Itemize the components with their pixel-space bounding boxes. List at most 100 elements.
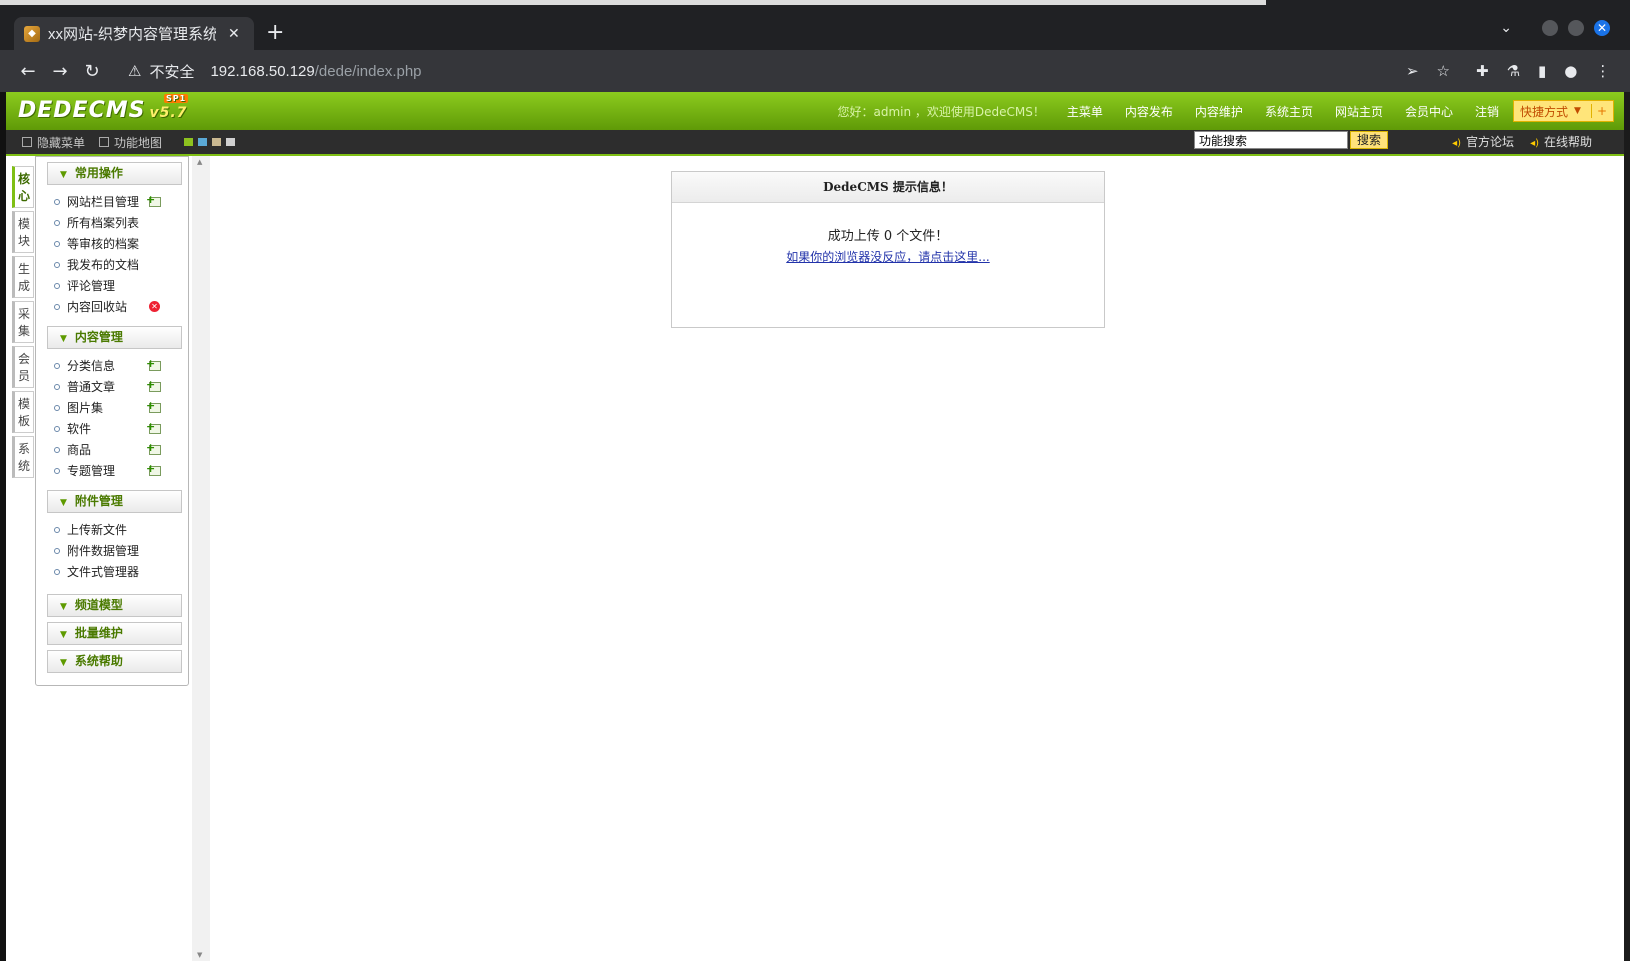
chevron-down-icon: ▼: [60, 658, 67, 668]
nav-logout[interactable]: 注销: [1475, 103, 1499, 120]
reload-icon[interactable]: ↻: [76, 61, 108, 82]
sidebar-scrollbar[interactable]: ▲ ▼: [192, 156, 210, 961]
sidebar-item-channel-manage[interactable]: 网站栏目管理: [54, 191, 188, 212]
tab-modules[interactable]: 模块: [12, 211, 34, 253]
puzzle-icon[interactable]: ✚: [1476, 62, 1489, 80]
nav-system-home[interactable]: 系统主页: [1265, 103, 1313, 120]
add-icon[interactable]: [146, 193, 161, 207]
tab-generate[interactable]: 生成: [12, 256, 34, 298]
skin-brown-swatch[interactable]: [212, 138, 222, 146]
menu-group-content[interactable]: ▼ 内容管理: [47, 326, 182, 349]
quick-access-dropdown[interactable]: 快捷方式 ▼ +: [1513, 100, 1614, 122]
address-bar[interactable]: ⚠ 不安全 192.168.50.129 /dede/index.php ➢ ☆: [120, 55, 1450, 87]
nav-maintain[interactable]: 内容维护: [1195, 103, 1243, 120]
add-icon[interactable]: [146, 399, 161, 413]
sidebar-item-articles[interactable]: 普通文章: [54, 376, 188, 397]
sidebar-item-recycle-bin[interactable]: 内容回收站 ✕: [54, 296, 188, 317]
function-search: 搜索: [1193, 131, 1388, 149]
quick-add-button[interactable]: +: [1590, 104, 1607, 118]
menu-group-attachments[interactable]: ▼ 附件管理: [47, 490, 182, 513]
skin-gray-swatch[interactable]: [226, 138, 236, 146]
tab-search-chevron-icon[interactable]: ⌄: [1500, 20, 1512, 36]
message-body: 成功上传 0 个文件！ 如果你的浏览器没反应，请点击这里...: [672, 203, 1104, 268]
chevron-down-icon: ▼: [60, 334, 67, 344]
tab-core[interactable]: 核心: [12, 166, 34, 208]
maximize-button[interactable]: [1568, 20, 1584, 36]
group-title: 频道模型: [74, 598, 123, 612]
bullet-icon: [54, 383, 60, 390]
bullet-icon: [54, 446, 60, 453]
sidebar-item-topics[interactable]: 专题管理: [54, 460, 188, 481]
side-panel-icon[interactable]: ▮: [1538, 62, 1546, 80]
hide-menu-icon: [22, 137, 32, 147]
skin-blue-swatch[interactable]: [198, 138, 208, 146]
more-menu-icon[interactable]: ⋮: [1595, 62, 1610, 80]
bullet-icon: [54, 261, 60, 268]
close-window-button[interactable]: ✕: [1594, 20, 1610, 36]
forum-link[interactable]: ◂) 官方论坛: [1452, 133, 1514, 150]
bookmark-star-icon[interactable]: ☆: [1437, 62, 1450, 80]
sidebar-item-my-docs[interactable]: 我发布的文档: [54, 254, 188, 275]
url-path[interactable]: /dede/index.php: [315, 63, 422, 80]
send-icon[interactable]: ➢: [1406, 62, 1419, 80]
profile-icon[interactable]: ●: [1564, 62, 1577, 80]
add-icon[interactable]: [146, 441, 161, 455]
item-label: 分类信息: [67, 359, 116, 373]
sidebar-item-all-archives[interactable]: 所有档案列表: [54, 212, 188, 233]
tab-collect[interactable]: 采集: [12, 301, 34, 343]
sidebar-item-attachment-data[interactable]: 附件数据管理: [54, 540, 188, 561]
nav-main-menu[interactable]: 主菜单: [1067, 103, 1103, 120]
item-label: 内容回收站: [67, 300, 128, 314]
tab-title: xx网站-织梦内容管理系统: [48, 26, 216, 43]
site-map-button[interactable]: 功能地图: [99, 134, 162, 151]
add-icon[interactable]: [146, 357, 161, 371]
item-label: 普通文章: [67, 380, 116, 394]
browser-tab[interactable]: ◆ xx网站-织梦内容管理系统 ✕: [14, 17, 254, 50]
help-link[interactable]: ◂) 在线帮助: [1530, 133, 1592, 150]
redirect-link[interactable]: 如果你的浏览器没反应，请点击这里...: [786, 250, 989, 264]
new-tab-button[interactable]: +: [266, 20, 284, 46]
menu-group-common[interactable]: ▼ 常用操作: [47, 162, 182, 185]
sidebar-item-upload[interactable]: 上传新文件: [54, 519, 188, 540]
tab-system[interactable]: 系统: [12, 436, 34, 478]
tab-close-icon[interactable]: ✕: [228, 26, 240, 42]
menu-group-help[interactable]: ▼ 系统帮助: [47, 650, 182, 673]
hide-menu-button[interactable]: 隐藏菜单: [22, 134, 85, 151]
menu-group-items: 上传新文件 附件数据管理 文件式管理器: [36, 513, 188, 586]
sidebar-item-file-manager[interactable]: 文件式管理器: [54, 561, 188, 582]
add-icon[interactable]: [146, 378, 161, 392]
sidebar-item-products[interactable]: 商品: [54, 439, 188, 460]
scroll-down-icon[interactable]: ▼: [197, 951, 202, 959]
warning-icon[interactable]: ⚠: [128, 62, 141, 80]
minimize-button[interactable]: [1542, 20, 1558, 36]
dedecms-favicon-icon: ◆: [24, 25, 40, 42]
add-icon[interactable]: [146, 462, 161, 476]
nav-site-home[interactable]: 网站主页: [1335, 103, 1383, 120]
insecure-label[interactable]: 不安全: [149, 61, 194, 82]
url-host[interactable]: 192.168.50.129: [210, 63, 314, 80]
tab-templates[interactable]: 模板: [12, 391, 34, 433]
menu-group-batch[interactable]: ▼ 批量维护: [47, 622, 182, 645]
sidebar-item-comments[interactable]: 评论管理: [54, 275, 188, 296]
skin-green-swatch[interactable]: [184, 138, 194, 146]
scroll-up-icon[interactable]: ▲: [197, 158, 202, 166]
group-title: 常用操作: [74, 166, 123, 180]
help-label: 在线帮助: [1543, 135, 1592, 149]
search-button[interactable]: 搜索: [1349, 131, 1388, 149]
back-icon[interactable]: ←: [12, 61, 44, 82]
flask-icon[interactable]: ⚗: [1507, 62, 1520, 80]
sidebar-item-pending[interactable]: 等审核的档案: [54, 233, 188, 254]
clear-icon[interactable]: ✕: [149, 301, 160, 312]
forward-icon[interactable]: →: [44, 61, 76, 82]
search-input[interactable]: [1193, 131, 1348, 149]
nav-publish[interactable]: 内容发布: [1125, 103, 1173, 120]
add-icon[interactable]: [146, 420, 161, 434]
item-label: 上传新文件: [67, 523, 128, 537]
sidebar-item-images[interactable]: 图片集: [54, 397, 188, 418]
menu-group-channel-model[interactable]: ▼ 频道模型: [47, 594, 182, 617]
sidebar-item-classified[interactable]: 分类信息: [54, 355, 188, 376]
bullet-icon: [54, 282, 60, 289]
sidebar-item-software[interactable]: 软件: [54, 418, 188, 439]
tab-members[interactable]: 会员: [12, 346, 34, 388]
nav-member-center[interactable]: 会员中心: [1405, 103, 1453, 120]
